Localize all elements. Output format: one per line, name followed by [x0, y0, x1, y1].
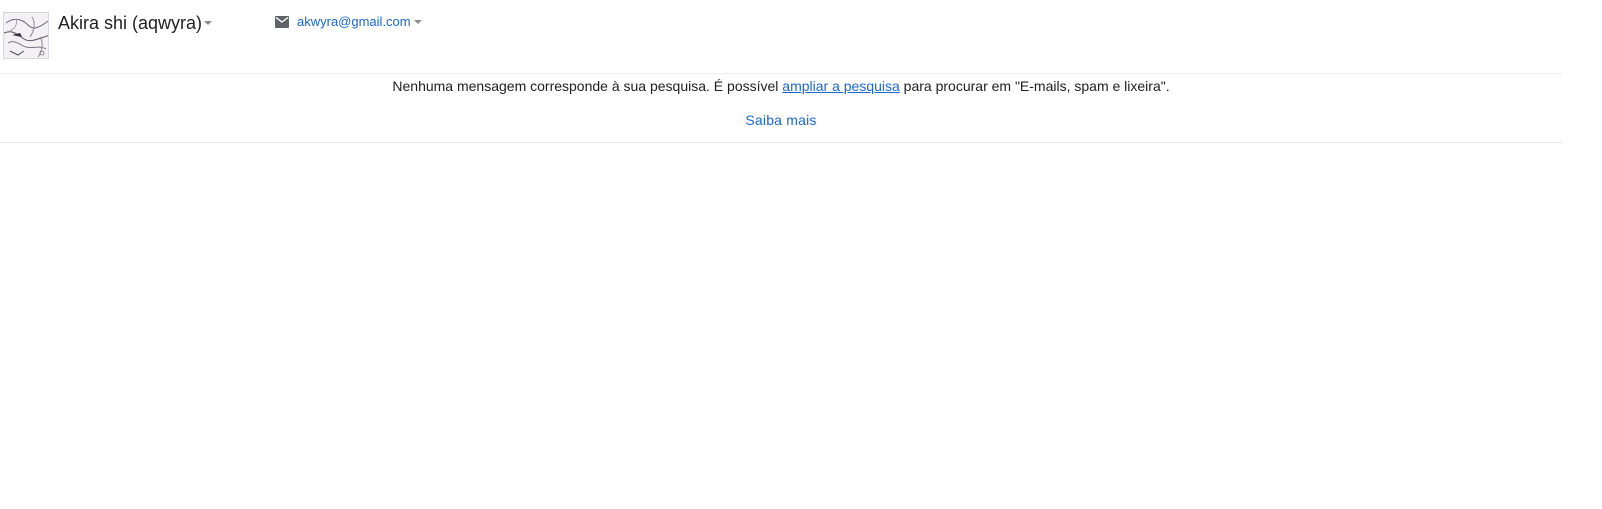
avatar[interactable]: [3, 12, 49, 59]
account-header: Akira shi (aqwyra) akwyra@gmail.com: [0, 0, 1602, 73]
results-divider: [0, 142, 1562, 143]
expand-search-link[interactable]: ampliar a pesquisa: [782, 78, 900, 94]
gmail-search-page: Akira shi (aqwyra) akwyra@gmail.com Nenh…: [0, 0, 1602, 509]
header-divider: [0, 73, 1562, 74]
learn-more-row: Saiba mais: [0, 112, 1562, 129]
avatar-image: [4, 13, 48, 58]
envelope-icon: [275, 16, 289, 28]
no-results-message: Nenhuma mensagem corresponde à sua pesqu…: [0, 78, 1562, 95]
account-dropdown-caret-icon[interactable]: [204, 21, 212, 25]
no-results-text-suffix: para procurar em "E-mails, spam e lixeir…: [899, 78, 1170, 94]
email-dropdown-caret-icon[interactable]: [414, 20, 422, 24]
account-name[interactable]: Akira shi (aqwyra): [58, 12, 202, 34]
no-results-text: Nenhuma mensagem corresponde à sua pesqu…: [392, 78, 783, 94]
learn-more-link[interactable]: Saiba mais: [745, 112, 816, 128]
account-email[interactable]: akwyra@gmail.com: [297, 14, 411, 30]
